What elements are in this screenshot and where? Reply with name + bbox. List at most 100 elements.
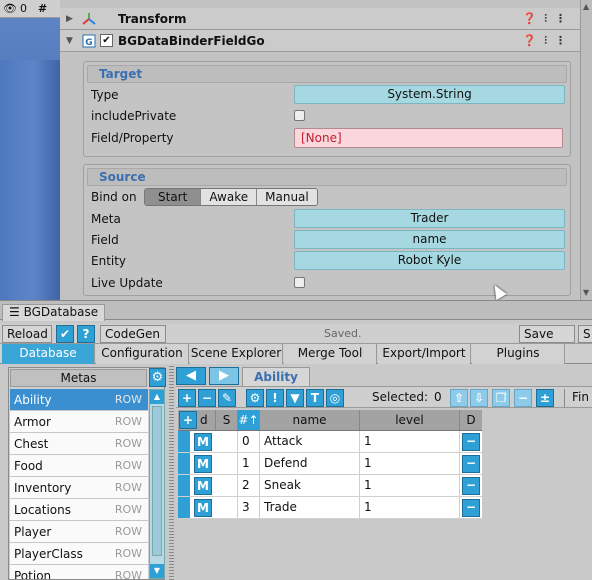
- panel-splitter[interactable]: [169, 364, 174, 580]
- row-name[interactable]: Defend: [260, 453, 360, 474]
- scroll-down-icon[interactable]: ▼: [583, 288, 589, 297]
- tab-database[interactable]: Database: [2, 344, 95, 364]
- filter-icon[interactable]: ▼: [286, 389, 304, 407]
- table-row[interactable]: M 3 Trade 1 −: [178, 497, 482, 519]
- row-name[interactable]: Attack: [260, 431, 360, 452]
- row-level[interactable]: 1: [360, 475, 460, 496]
- table-row[interactable]: M 0 Attack 1 −: [178, 431, 482, 453]
- meta-item-locations[interactable]: Locations ROW: [10, 499, 148, 521]
- collapse-icon[interactable]: −: [514, 389, 532, 407]
- bind-on-start[interactable]: Start: [145, 189, 202, 205]
- delete-row-icon[interactable]: −: [462, 499, 480, 517]
- move-up-icon[interactable]: ⇧: [450, 389, 468, 407]
- scrollbar-thumb[interactable]: [152, 406, 162, 556]
- scene-view[interactable]: 👁 0 #: [0, 0, 60, 300]
- metas-scrollbar[interactable]: ▲ ▼: [149, 389, 165, 579]
- meta-item-playerclass[interactable]: PlayerClass ROW: [10, 543, 148, 565]
- row-name[interactable]: Sneak: [260, 475, 360, 496]
- row-menu-button[interactable]: M: [194, 477, 212, 495]
- row-select-cell[interactable]: [216, 431, 238, 452]
- visibility-icon[interactable]: 👁: [3, 0, 17, 18]
- include-private-checkbox[interactable]: [294, 110, 305, 121]
- tab-scene-explorer[interactable]: Scene Explorer: [190, 344, 283, 364]
- meta-item-armor[interactable]: Armor ROW: [10, 411, 148, 433]
- field-button[interactable]: name: [294, 230, 565, 249]
- header-level[interactable]: level: [360, 410, 460, 430]
- table-row[interactable]: M 1 Defend 1 −: [178, 453, 482, 475]
- live-update-checkbox[interactable]: [294, 277, 305, 288]
- row-handle[interactable]: [178, 475, 190, 496]
- tab-configuration[interactable]: Configuration: [96, 344, 189, 364]
- tab-plugins[interactable]: Plugins: [472, 344, 565, 364]
- copy-icon[interactable]: ❐: [492, 389, 510, 407]
- help-icon[interactable]: ❓: [523, 12, 545, 25]
- scroll-up-icon[interactable]: ▲: [150, 390, 164, 404]
- gear-icon[interactable]: ⚙: [149, 368, 166, 387]
- row-select-cell[interactable]: [216, 453, 238, 474]
- row-menu-button[interactable]: M: [194, 499, 212, 517]
- reload-button[interactable]: Reload: [2, 325, 52, 343]
- grid-icon[interactable]: #: [38, 0, 47, 18]
- bgdatabase-tab[interactable]: ☰ BGDatabase: [2, 304, 106, 321]
- field-property-selector[interactable]: [None]: [294, 128, 563, 148]
- header-s[interactable]: S: [216, 410, 238, 430]
- s-button[interactable]: S: [578, 325, 592, 343]
- row-handle[interactable]: [178, 497, 190, 518]
- field-filter-icon[interactable]: T: [306, 389, 324, 407]
- header-id-sort[interactable]: #↑: [238, 410, 260, 430]
- fold-right-icon[interactable]: ▶: [66, 8, 73, 30]
- forward-arrow-icon[interactable]: ▶: [209, 367, 239, 385]
- more-icon[interactable]: ⋮: [555, 34, 574, 47]
- row-level[interactable]: 1: [360, 497, 460, 518]
- row-select-cell[interactable]: [216, 475, 238, 496]
- check-button[interactable]: ✔: [56, 325, 74, 343]
- save-all-button[interactable]: Save All: [519, 325, 575, 357]
- meta-item-player[interactable]: Player ROW: [10, 521, 148, 543]
- meta-tab-ability[interactable]: Ability: [242, 367, 310, 386]
- more-icon[interactable]: ⋮: [555, 12, 574, 25]
- presets-icon[interactable]: ⫶: [544, 12, 555, 25]
- plus-minus-icon[interactable]: ±: [536, 389, 554, 407]
- meta-item-ability[interactable]: Ability ROW: [10, 389, 148, 411]
- meta-button[interactable]: Trader: [294, 209, 565, 228]
- settings-icon[interactable]: ⚙: [246, 389, 264, 407]
- warning-icon[interactable]: !: [266, 389, 284, 407]
- bind-on-manual[interactable]: Manual: [257, 189, 317, 205]
- meta-item-food[interactable]: Food ROW: [10, 455, 148, 477]
- bgdatabinder-header[interactable]: ▼ G ✔ BGDataBinderFieldGo ❓⫶⋮: [60, 30, 580, 52]
- meta-item-inventory[interactable]: Inventory ROW: [10, 477, 148, 499]
- header-name[interactable]: name: [260, 410, 360, 430]
- scroll-down-icon[interactable]: ▼: [150, 564, 164, 578]
- row-select-cell[interactable]: [216, 497, 238, 518]
- back-arrow-icon[interactable]: ◀: [176, 367, 206, 385]
- row-menu-button[interactable]: M: [194, 433, 212, 451]
- row-handle[interactable]: [178, 453, 190, 474]
- row-level[interactable]: 1: [360, 453, 460, 474]
- row-level[interactable]: 1: [360, 431, 460, 452]
- add-icon[interactable]: +: [178, 389, 196, 407]
- fold-down-icon[interactable]: ▼: [66, 30, 73, 52]
- add-field-icon[interactable]: +: [179, 411, 197, 429]
- meta-item-chest[interactable]: Chest ROW: [10, 433, 148, 455]
- tab-export-import[interactable]: Export/Import: [378, 344, 471, 364]
- delete-row-icon[interactable]: −: [462, 477, 480, 495]
- delete-row-icon[interactable]: −: [462, 455, 480, 473]
- row-handle[interactable]: [178, 431, 190, 452]
- row-name[interactable]: Trade: [260, 497, 360, 518]
- row-menu-button[interactable]: M: [194, 455, 212, 473]
- remove-icon[interactable]: −: [198, 389, 216, 407]
- table-row[interactable]: M 2 Sneak 1 −: [178, 475, 482, 497]
- target-icon[interactable]: ◎: [326, 389, 344, 407]
- tab-merge-tool[interactable]: Merge Tool: [284, 344, 377, 364]
- help-button[interactable]: ?: [77, 325, 95, 343]
- entity-button[interactable]: Robot Kyle: [294, 251, 565, 270]
- move-down-icon[interactable]: ⇩: [470, 389, 488, 407]
- transform-header[interactable]: ▶ Transform ❓⫶⋮: [60, 8, 580, 30]
- scroll-up-icon[interactable]: ▲: [583, 2, 589, 11]
- scene-viewport[interactable]: [0, 60, 60, 300]
- presets-icon[interactable]: ⫶: [544, 34, 555, 47]
- help-icon[interactable]: ❓: [523, 34, 545, 47]
- meta-item-potion[interactable]: Potion ROW: [10, 565, 148, 579]
- edit-icon[interactable]: ✎: [218, 389, 236, 407]
- bind-on-awake[interactable]: Awake: [201, 189, 258, 205]
